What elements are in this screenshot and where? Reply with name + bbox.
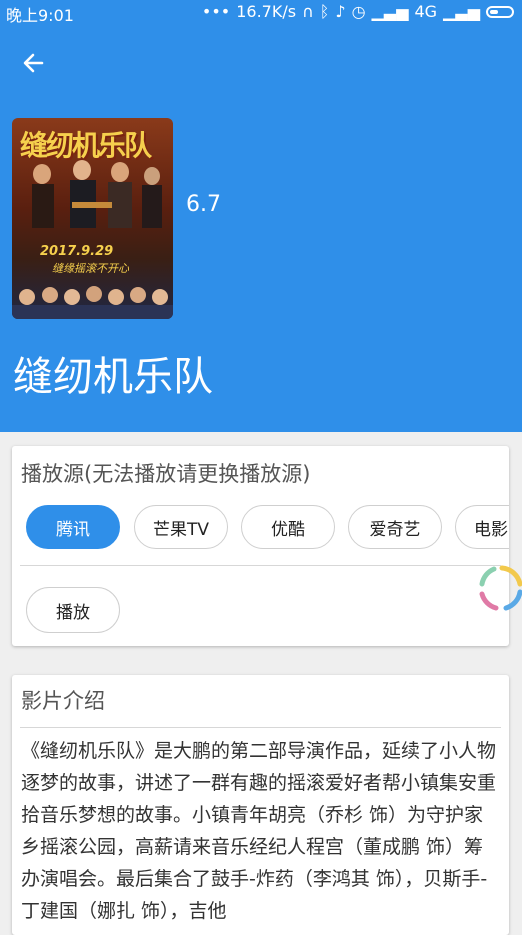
movie-rating: 6.7 <box>186 192 221 217</box>
network-speed: 16.7K/s <box>236 2 297 21</box>
poster-slogan: 缝缘摇滚不开心 <box>52 262 129 275</box>
source-chip-tencent[interactable]: 腾讯 <box>26 505 120 549</box>
battery-icon <box>486 5 514 18</box>
status-dots: ••• <box>201 2 231 21</box>
network-type: 4G <box>414 2 438 21</box>
intro-card: 影片介绍 《缝纫机乐队》是大鹏的第二部导演作品，延续了小人物逐梦的故事，讲述了一… <box>12 675 509 935</box>
source-divider <box>20 565 501 566</box>
source-chip-mango[interactable]: 芒果TV <box>134 505 228 549</box>
back-arrow-icon[interactable] <box>18 48 54 78</box>
poster-crowd <box>12 286 173 319</box>
play-button[interactable]: 播放 <box>26 587 120 633</box>
poster-date: 2017.9.29 <box>40 244 114 259</box>
status-bar: 晚上9:01 ••• 16.7K/s ∩ ᛒ ♪ ◷ ▁▃▅ 4G ▁▃▅ <box>0 0 522 25</box>
movie-poster[interactable]: 缝纫机乐队 2017.9.29 缝缘摇滚不开心 <box>12 118 173 319</box>
movie-header: 缝纫机乐队 2017.9.29 缝缘摇滚不开心 6.7 缝纫机乐队 <box>0 24 522 432</box>
loading-spinner-icon <box>479 565 522 611</box>
source-chip-youku[interactable]: 优酷 <box>241 505 335 549</box>
bluetooth-icon: ᛒ <box>319 2 330 21</box>
source-chip-movie[interactable]: 电影 <box>455 505 509 549</box>
poster-band-figures <box>32 160 162 228</box>
signal-icon: ▁▃▅ <box>371 2 409 21</box>
mute-icon: ♪ <box>335 2 346 21</box>
play-source-card: 播放源(无法播放请更换播放源) 腾讯 芒果TV 优酷 爱奇艺 电影 播放 <box>12 446 509 646</box>
alarm-icon: ◷ <box>351 2 366 21</box>
intro-heading: 影片介绍 <box>21 689 105 713</box>
movie-title: 缝纫机乐队 <box>13 354 213 400</box>
source-chip-iqiyi[interactable]: 爱奇艺 <box>348 505 442 549</box>
status-time: 晚上9:01 <box>6 6 74 25</box>
intro-divider <box>20 727 501 728</box>
signal-icon-2: ▁▃▅ <box>443 2 480 21</box>
intro-text: 《缝纫机乐队》是大鹏的第二部导演作品，延续了小人物逐梦的故事，讲述了一群有趣的摇… <box>21 740 497 922</box>
play-source-heading: 播放源(无法播放请更换播放源) <box>21 462 311 486</box>
status-icons: ••• 16.7K/s ∩ ᛒ ♪ ◷ ▁▃▅ 4G ▁▃▅ <box>202 2 514 21</box>
source-chip-list[interactable]: 腾讯 芒果TV 优酷 爱奇艺 电影 <box>26 505 509 553</box>
headphone-icon: ∩ <box>302 2 314 21</box>
